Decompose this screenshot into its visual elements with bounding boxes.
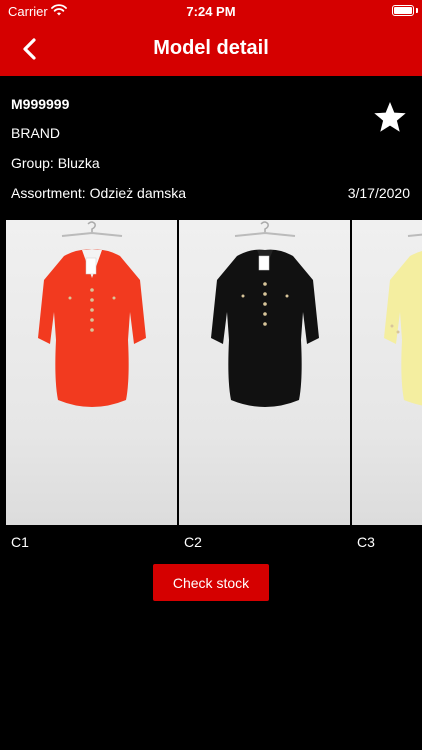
- battery-icon: [392, 5, 414, 16]
- color-code-label: C2: [184, 534, 202, 550]
- status-bar: Carrier 7:24 PM: [0, 0, 422, 24]
- color-card[interactable]: C2: [179, 220, 350, 550]
- product-photo[interactable]: [352, 220, 422, 525]
- page-title: Model detail: [153, 37, 269, 59]
- navigation-bar: Model detail: [0, 24, 422, 76]
- blouse-image: [38, 221, 146, 407]
- header: Carrier 7:24 PM Model detail: [0, 0, 422, 76]
- color-code-label: C1: [11, 534, 29, 550]
- model-code: M999999: [11, 96, 70, 112]
- model-detail-screen: Carrier 7:24 PM Model detail M999999 BRA…: [0, 0, 422, 750]
- product-photo[interactable]: [179, 220, 350, 525]
- brand-name: BRAND: [11, 125, 61, 141]
- product-photo[interactable]: [6, 220, 177, 525]
- blouse-image: [211, 221, 319, 407]
- assortment-label: Assortment: Odzież damska: [11, 185, 187, 201]
- clock: 7:24 PM: [186, 4, 236, 19]
- group-label: Group: Bluzka: [11, 155, 100, 171]
- battery-tip: [416, 8, 418, 13]
- blouse-image: [384, 233, 422, 406]
- color-code-label: C3: [357, 534, 375, 550]
- favorite-star-icon[interactable]: [372, 100, 408, 136]
- color-photo-strip[interactable]: C1 C2 C3: [0, 220, 422, 558]
- color-card[interactable]: C1: [6, 220, 177, 550]
- color-card[interactable]: C3: [352, 220, 422, 550]
- model-date: 3/17/2020: [347, 185, 410, 201]
- check-stock-button[interactable]: Check stock: [153, 564, 269, 601]
